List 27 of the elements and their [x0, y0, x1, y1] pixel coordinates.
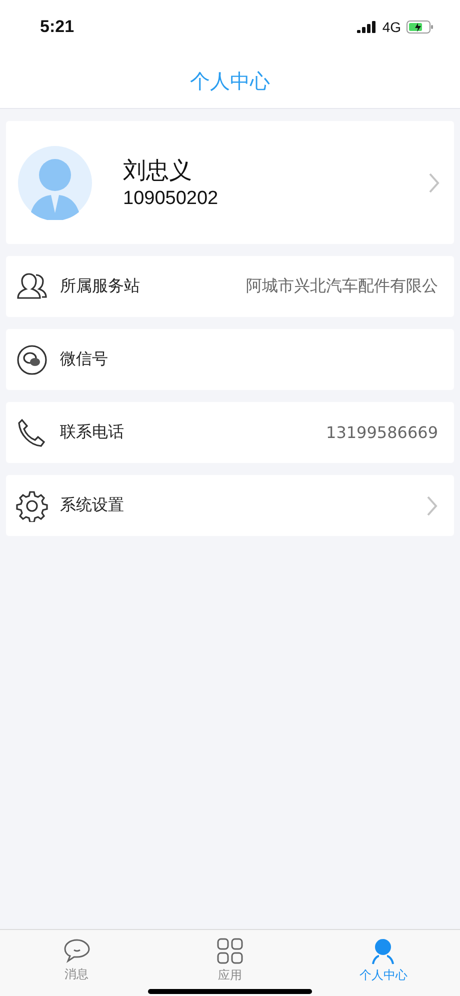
row-value: 13199586669 [326, 423, 438, 442]
row-label: 系统设置 [60, 495, 125, 516]
settings-row[interactable]: 联系电话 13199586669 [6, 402, 454, 463]
signal-icon [357, 21, 378, 33]
settings-row[interactable]: 微信号 [6, 329, 454, 390]
row-label: 微信号 [60, 349, 109, 370]
row-label: 联系电话 [60, 422, 125, 443]
user-name: 刘忠义 [123, 157, 193, 186]
row-label: 所属服务站 [60, 276, 141, 297]
settings-row[interactable]: 系统设置 [6, 475, 454, 536]
status-time: 5:21 [40, 17, 74, 37]
settings-row[interactable]: 所属服务站 阿城市兴北汽车配件有限公 [6, 256, 454, 317]
chevron-icon [428, 172, 440, 194]
chat-bubbles-icon [16, 344, 48, 376]
profile-card[interactable]: 刘忠义 109050202 [6, 121, 454, 244]
people-icon [16, 272, 48, 302]
avatar-icon [18, 146, 92, 220]
battery-icon [406, 20, 434, 34]
user-id: 109050202 [123, 188, 220, 210]
network-label: 4G [382, 19, 401, 35]
grid-icon [216, 936, 244, 964]
settings-icon [16, 490, 48, 522]
chevron-icon [426, 494, 438, 516]
phone-icon [16, 416, 48, 448]
row-value: 阿城市兴北汽车配件有限公 [246, 276, 438, 297]
chat-icon [62, 938, 91, 964]
page-title: 个人中心 [190, 68, 270, 94]
